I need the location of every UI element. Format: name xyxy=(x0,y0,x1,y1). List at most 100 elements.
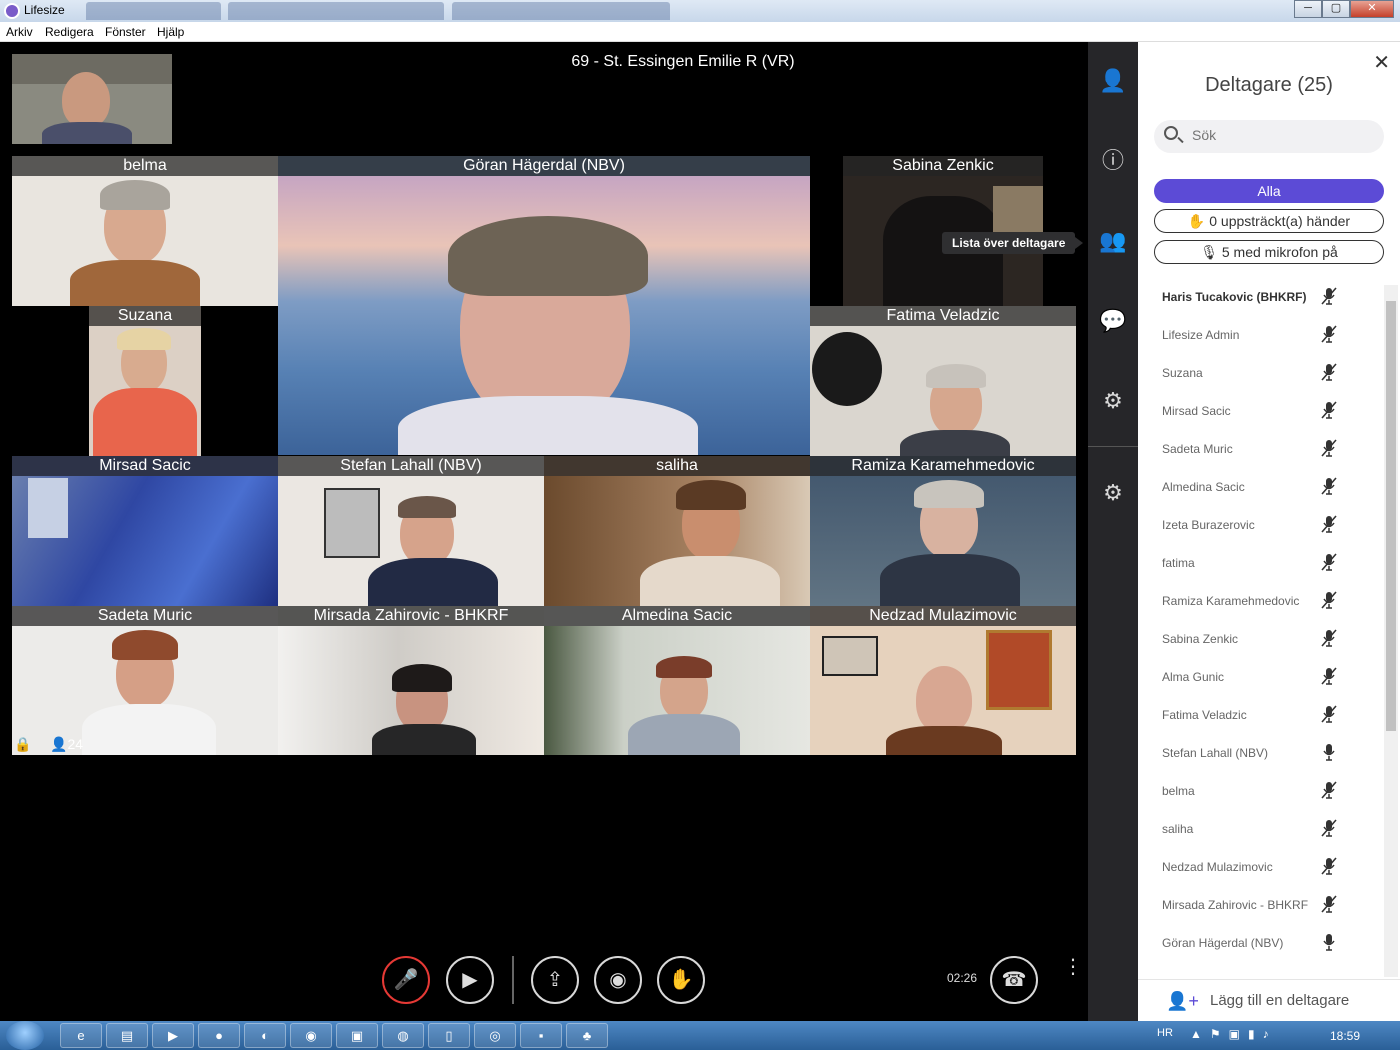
participant-list-scrollbar[interactable] xyxy=(1384,285,1398,977)
participant-name: Izeta Burazerovic xyxy=(1162,518,1255,532)
search-field[interactable] xyxy=(1154,120,1384,153)
participant-row[interactable]: Mirsad Sacic xyxy=(1138,392,1386,430)
share-screen-button[interactable]: ⇪ xyxy=(531,956,579,1004)
participant-row[interactable]: Lifesize Admin xyxy=(1138,316,1386,354)
info-icon[interactable]: ⓘ xyxy=(1098,146,1128,176)
tile-label: Suzana xyxy=(89,306,201,326)
add-participant-button[interactable]: 👤+ Lägg till en deltagare xyxy=(1138,979,1400,1021)
tile-sadeta-muric[interactable]: Sadeta Muric xyxy=(12,606,278,755)
maximize-button[interactable]: ▢ xyxy=(1322,0,1350,18)
participant-row[interactable]: saliha xyxy=(1138,810,1386,848)
participant-row[interactable]: Alma Gunic xyxy=(1138,658,1386,696)
menu-fonster[interactable]: Fönster xyxy=(105,25,146,39)
firefox-icon[interactable]: ● xyxy=(198,1023,240,1048)
microphone-muted-icon xyxy=(1321,477,1337,495)
participant-name: Göran Hägerdal (NBV) xyxy=(1162,936,1284,950)
participant-row[interactable]: fatima xyxy=(1138,544,1386,582)
search-input[interactable] xyxy=(1192,127,1372,143)
chrome-icon[interactable]: ◉ xyxy=(290,1023,332,1048)
participant-row[interactable]: Suzana xyxy=(1138,354,1386,392)
chat-icon[interactable]: 💬 xyxy=(1098,306,1128,336)
close-window-button[interactable]: ✕ xyxy=(1350,0,1394,18)
participant-row[interactable]: Göran Hägerdal (NBV) xyxy=(1138,924,1386,962)
tile-suzana[interactable]: Suzana xyxy=(89,306,201,456)
background-tab xyxy=(452,2,670,20)
participant-row[interactable]: belma xyxy=(1138,772,1386,810)
mute-microphone-button[interactable]: 🎤 xyxy=(382,956,430,1004)
system-tray-icons[interactable]: ▲⚑▣▮♪ xyxy=(1190,1027,1277,1041)
tile-ramiza-karamehmedovic[interactable]: Ramiza Karamehmedovic xyxy=(810,456,1076,606)
add-person-icon[interactable]: 👤 xyxy=(1098,66,1128,96)
tile-almedina-sacic[interactable]: Almedina Sacic xyxy=(544,606,810,755)
lifesize-taskbar-icon[interactable]: ◎ xyxy=(474,1023,516,1048)
participant-row[interactable]: Ramiza Karamehmedovic xyxy=(1138,582,1386,620)
panel-title: Deltagare (25) xyxy=(1205,74,1333,96)
presentation-settings-icon[interactable]: ⚙ xyxy=(1098,386,1128,416)
menu-arkiv[interactable]: Arkiv xyxy=(6,25,33,39)
people-icon: 👤 xyxy=(50,736,68,752)
internet-explorer-icon[interactable]: e xyxy=(60,1023,102,1048)
filter-all-button[interactable]: Alla xyxy=(1154,179,1384,203)
cards-game-icon[interactable]: ♣ xyxy=(566,1023,608,1048)
tile-stefan-lahall[interactable]: Stefan Lahall (NBV) xyxy=(278,456,544,606)
microphone-muted-icon xyxy=(1321,287,1337,305)
microphone-muted-icon xyxy=(1321,401,1337,419)
tile-belma[interactable]: belma xyxy=(12,156,278,306)
participant-name: Sadeta Muric xyxy=(1162,442,1233,456)
menu-hjalp[interactable]: Hjälp xyxy=(157,25,184,39)
participant-row[interactable]: Sabina Zenkic xyxy=(1138,620,1386,658)
file-explorer-icon[interactable]: ▤ xyxy=(106,1023,148,1048)
participant-row[interactable]: Izeta Burazerovic xyxy=(1138,506,1386,544)
tile-mirsada-zahirovic[interactable]: Mirsada Zahirovic - BHKRF xyxy=(278,606,544,755)
tile-mirsad-sacic[interactable]: Mirsad Sacic xyxy=(12,456,278,606)
filter-mic-on-button[interactable]: 🎙 5 med mikrofon på xyxy=(1154,240,1384,264)
participant-name: Alma Gunic xyxy=(1162,670,1225,684)
tile-label: belma xyxy=(12,156,278,176)
close-panel-icon[interactable]: ✕ xyxy=(1373,50,1390,75)
participants-icon[interactable]: 👥 xyxy=(1098,226,1128,256)
window-title: Lifesize xyxy=(24,3,65,17)
skype-icon[interactable]: ◍ xyxy=(382,1023,424,1048)
self-face xyxy=(62,72,110,128)
minimize-button[interactable]: ─ xyxy=(1294,0,1322,18)
raise-hand-button[interactable]: ✋ xyxy=(657,956,705,1004)
tile-goran-hagerdal[interactable]: Göran Hägerdal (NBV) xyxy=(278,156,810,455)
record-button[interactable]: ◉ xyxy=(594,956,642,1004)
language-indicator[interactable]: HR xyxy=(1157,1027,1173,1039)
settings-gear-icon[interactable]: ⚙ xyxy=(1098,478,1128,508)
participant-row[interactable]: Almedina Sacic xyxy=(1138,468,1386,506)
taskbar-clock[interactable]: 18:59 xyxy=(1330,1029,1360,1043)
media-player-icon[interactable]: ▶ xyxy=(152,1023,194,1048)
participant-name: belma xyxy=(1162,784,1195,798)
tile-sabina-zenkic[interactable]: Sabina Zenkic xyxy=(843,156,1043,306)
camera-button[interactable]: ▶ xyxy=(446,956,494,1004)
photoshop-icon[interactable]: ▪ xyxy=(520,1023,562,1048)
participant-row[interactable]: Haris Tucakovic (BHKRF) xyxy=(1138,278,1386,316)
participant-row[interactable]: Mirsada Zahirovic - BHKRF xyxy=(1138,886,1386,924)
lifesize-app-icon xyxy=(4,3,20,19)
hang-up-button[interactable]: ☎ xyxy=(990,956,1038,1004)
tile-nedzad-mulazimovic[interactable]: Nedzad Mulazimovic xyxy=(810,606,1076,755)
microphone-muted-icon xyxy=(1321,629,1337,647)
microphone-on-icon xyxy=(1323,934,1335,951)
microphone-muted-icon xyxy=(1321,591,1337,609)
participant-name: Stefan Lahall (NBV) xyxy=(1162,746,1269,760)
filter-raised-hands-button[interactable]: ✋ 0 uppsträckt(a) händer xyxy=(1154,209,1384,233)
notepad-icon[interactable]: ▯ xyxy=(428,1023,470,1048)
microphone-muted-icon xyxy=(1321,895,1337,913)
menu-bar: Arkiv Redigera Fönster Hjälp xyxy=(0,22,1400,42)
more-options-icon[interactable]: ⋮ xyxy=(1063,957,1083,996)
start-button[interactable] xyxy=(6,1021,44,1050)
scrollbar-thumb[interactable] xyxy=(1386,301,1396,731)
participant-row[interactable]: Nedzad Mulazimovic xyxy=(1138,848,1386,886)
participant-row[interactable]: Sadeta Muric xyxy=(1138,430,1386,468)
edge-icon[interactable]: ◐ xyxy=(244,1023,286,1048)
wall-clock xyxy=(812,332,882,406)
participant-row[interactable]: Fatima Veladzic xyxy=(1138,696,1386,734)
save-disk-icon[interactable]: ▣ xyxy=(336,1023,378,1048)
tile-saliha[interactable]: saliha xyxy=(544,456,810,606)
tile-fatima-veladzic[interactable]: Fatima Veladzic xyxy=(810,306,1076,456)
participant-row[interactable]: Stefan Lahall (NBV) xyxy=(1138,734,1386,772)
menu-redigera[interactable]: Redigera xyxy=(45,25,94,39)
call-timer: 02:26 xyxy=(947,971,978,985)
